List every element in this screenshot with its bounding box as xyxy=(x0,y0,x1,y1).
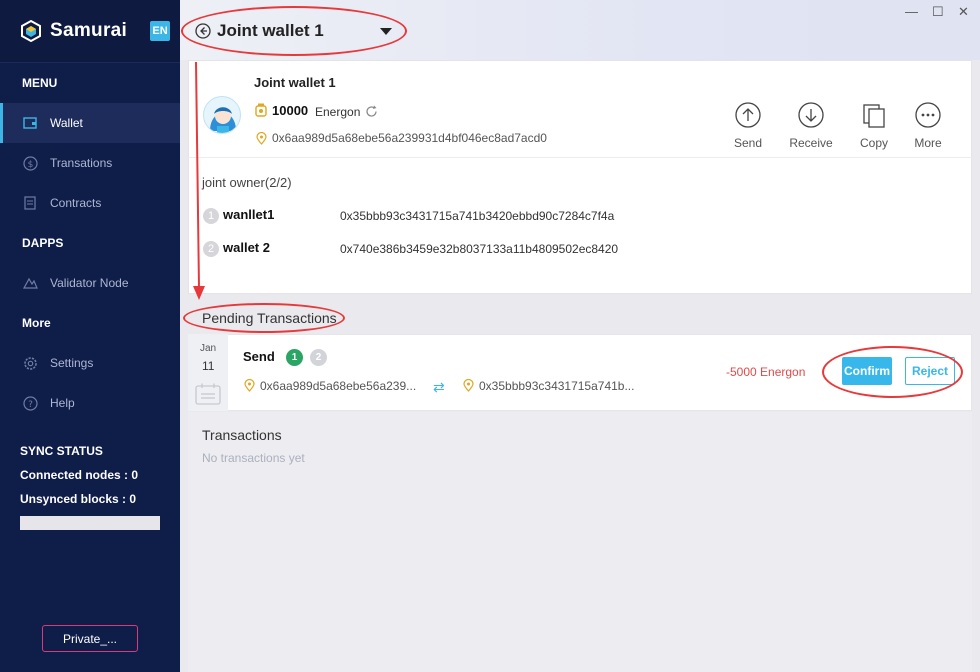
transactions-panel xyxy=(188,412,972,672)
date-day: 11 xyxy=(202,359,215,373)
gear-icon xyxy=(22,355,38,371)
sidebar-item-label: Transations xyxy=(50,156,113,170)
sidebar-item-label: Validator Node xyxy=(50,276,129,290)
private-button[interactable]: Private_... xyxy=(42,625,138,652)
copy-button[interactable]: Copy xyxy=(844,102,904,150)
transactions-title: Transactions xyxy=(202,427,282,443)
language-toggle[interactable]: EN xyxy=(150,21,170,41)
wallet-address: 0x6aa989d5a68ebe56a239931d4bf046ec8ad7ac… xyxy=(272,131,547,145)
refresh-icon[interactable] xyxy=(365,105,378,118)
back-icon[interactable] xyxy=(195,23,211,39)
wallet-balance: 10000 xyxy=(272,103,309,118)
send-label: Send xyxy=(733,136,763,150)
sidebar-item-contracts[interactable]: Contracts xyxy=(0,183,180,223)
location-pin-icon xyxy=(244,378,255,392)
owner-address: 0x740e386b3459e32b8037133a11b4809502ec84… xyxy=(340,242,619,256)
brand-name: Samurai xyxy=(50,20,128,41)
copy-label: Copy xyxy=(859,136,888,150)
dapps-section-title: DAPPS xyxy=(22,236,64,250)
more-icon xyxy=(915,102,941,128)
wallet-card xyxy=(188,60,972,294)
dollar-icon: $ xyxy=(22,155,38,171)
transactions-empty-state: No transactions yet xyxy=(202,451,305,465)
more-label: More xyxy=(914,136,942,150)
reject-button[interactable]: Reject xyxy=(905,357,955,385)
transaction-type: Send xyxy=(243,349,275,364)
send-button[interactable]: Send xyxy=(718,102,778,150)
close-button[interactable]: ✕ xyxy=(958,4,969,20)
confirm-button[interactable]: Confirm xyxy=(842,357,892,385)
owner-name: wanllet1 xyxy=(223,207,275,222)
sync-progress-bar xyxy=(20,516,160,530)
sidebar-item-label: Wallet xyxy=(50,116,83,130)
annotation-arrow xyxy=(193,61,205,300)
menu-section-title: MENU xyxy=(22,76,58,90)
sidebar-item-validator-node[interactable]: Validator Node xyxy=(0,263,180,303)
samurai-logo-icon xyxy=(20,19,42,43)
divider xyxy=(188,157,972,158)
sidebar-item-label: Help xyxy=(50,396,75,410)
date-month: Jan xyxy=(200,343,217,354)
signature-2-badge: 2 xyxy=(310,349,327,366)
balance-unit: Energon xyxy=(315,105,361,119)
wallet-icon xyxy=(22,115,38,131)
help-icon: ? xyxy=(22,395,38,411)
sidebar-item-label: Settings xyxy=(50,356,94,370)
coin-icon xyxy=(254,103,268,117)
sidebar-item-help[interactable]: ? Help xyxy=(0,383,180,423)
swap-icon: ⇄ xyxy=(433,379,445,395)
location-pin-icon xyxy=(256,131,267,145)
more-section-title: More xyxy=(22,316,51,330)
owner-address: 0x35bbb93c3431715a741b3420ebbd90c7284c7f… xyxy=(340,209,615,223)
wallet-selector[interactable]: Joint wallet 1 xyxy=(217,21,324,41)
copy-icon xyxy=(861,102,887,128)
maximize-button[interactable]: ☐ xyxy=(932,4,944,20)
to-address: 0x35bbb93c3431715a741b... xyxy=(479,379,635,393)
sync-status-title: SYNC STATUS xyxy=(20,444,103,458)
sidebar-item-transations[interactable]: $ Transations xyxy=(0,143,180,183)
svg-text:$: $ xyxy=(27,160,33,170)
sidebar-item-settings[interactable]: Settings xyxy=(0,343,180,383)
owner-name: wallet 2 xyxy=(223,240,270,255)
contract-icon xyxy=(22,195,38,211)
receive-button[interactable]: Receive xyxy=(781,102,841,150)
arrow-down-icon xyxy=(798,102,824,128)
transaction-amount: -5000 Energon xyxy=(726,365,806,379)
arrow-up-icon xyxy=(735,102,761,128)
joint-owner-title: joint owner(2/2) xyxy=(202,175,292,190)
location-pin-icon xyxy=(463,378,474,392)
signature-1-badge: 1 xyxy=(286,349,303,366)
pending-transactions-title: Pending Transactions xyxy=(202,310,337,326)
sidebar-item-label: Contracts xyxy=(50,196,102,210)
sidebar-item-wallet[interactable]: Wallet xyxy=(0,103,180,143)
wallet-name: Joint wallet 1 xyxy=(254,75,336,90)
calendar-icon xyxy=(195,383,221,405)
minimize-button[interactable]: — xyxy=(905,4,918,19)
from-address: 0x6aa989d5a68ebe56a239... xyxy=(260,379,417,393)
validator-icon xyxy=(22,275,38,291)
more-button[interactable]: More xyxy=(898,102,958,150)
connected-nodes: Connected nodes : 0 xyxy=(20,468,139,482)
svg-text:?: ? xyxy=(28,400,33,410)
receive-label: Receive xyxy=(789,136,833,150)
unsynced-blocks: Unsynced blocks : 0 xyxy=(20,492,137,506)
chevron-down-icon[interactable] xyxy=(380,28,392,35)
sidebar: Samurai EN MENU Wallet $ Transations Con… xyxy=(0,0,180,672)
